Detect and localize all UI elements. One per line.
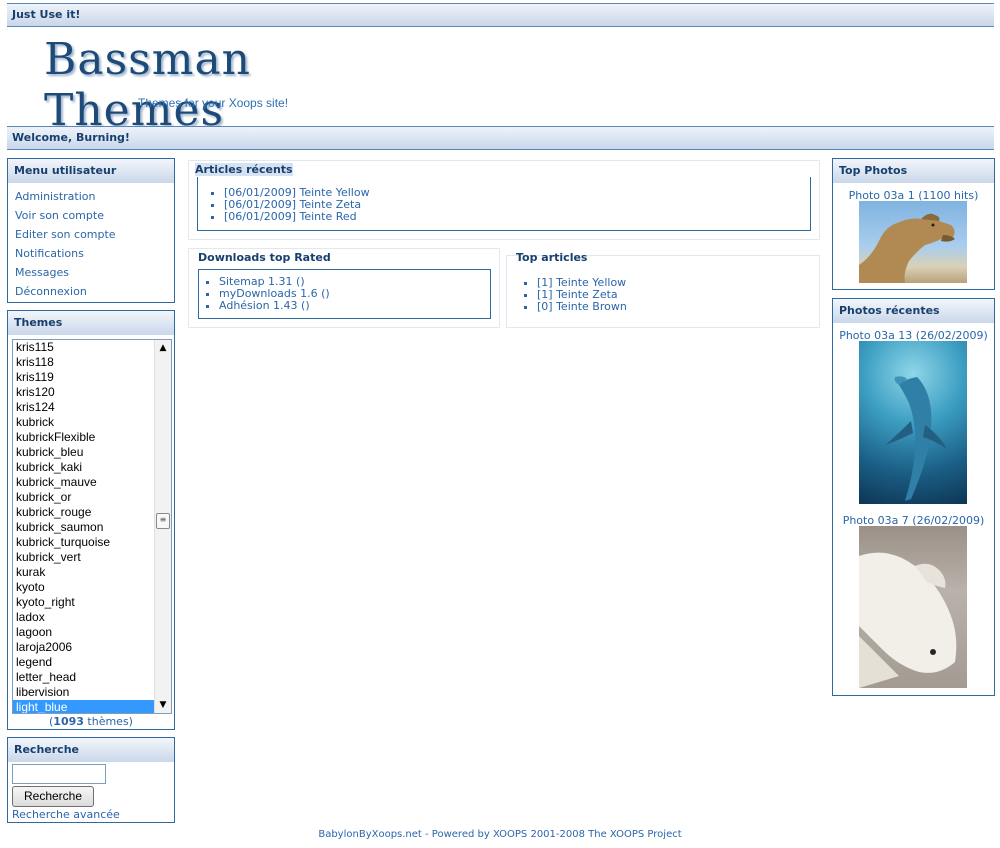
top-bar-label: Just Use it! (12, 8, 81, 21)
theme-option[interactable]: ladox (13, 610, 155, 625)
theme-option[interactable]: lagoon (13, 625, 155, 640)
theme-option[interactable]: kris118 (13, 355, 155, 370)
scroll-thumb[interactable]: ≡ (156, 513, 170, 529)
theme-option[interactable]: kubrick (13, 415, 155, 430)
welcome-bar: Welcome, Burning! (7, 126, 994, 150)
theme-option[interactable]: laroja2006 (13, 640, 155, 655)
theme-option[interactable]: kubrickFlexible (13, 430, 155, 445)
theme-option[interactable]: kris115 (13, 340, 155, 355)
menu-link[interactable]: Déconnexion (15, 285, 87, 298)
menu-item-edit-account[interactable]: Editer son compte (15, 225, 167, 244)
search-input[interactable] (12, 764, 106, 784)
scroll-up-arrow-icon[interactable]: ▲ (155, 340, 171, 356)
themes-select-list[interactable]: kris115 kris118 kris119 kris120 kris124 … (12, 339, 172, 714)
search-block: Recherche Recherche Recherche avancée (7, 737, 175, 823)
menu-item-view-account[interactable]: Voir son compte (15, 206, 167, 225)
downloads-title: Downloads top Rated (198, 251, 331, 264)
theme-option[interactable]: kubrick_mauve (13, 475, 155, 490)
menu-item-notifications[interactable]: Notifications (15, 244, 167, 263)
recent-article-item[interactable]: [06/01/2009] Teinte Red (224, 211, 810, 223)
menu-item-logout[interactable]: Déconnexion (15, 282, 167, 301)
recent-articles-inner: [06/01/2009] Teinte Yellow [06/01/2009] … (197, 177, 811, 231)
footer-text: BabylonByXoops.net - Powered by XOOPS 20… (318, 829, 682, 840)
advanced-search-link[interactable]: Recherche avancée (12, 808, 120, 821)
themes-block: Themes kris115 kris118 kris119 kris120 k… (7, 310, 175, 730)
downloads-list: Sitemap 1.31 () myDownloads 1.6 () Adhés… (199, 270, 490, 312)
recent-photos-block: Photos récentes Photo 03a 13 (26/02/2009… (832, 298, 995, 696)
theme-option[interactable]: letter_head (13, 670, 155, 685)
theme-option-selected[interactable]: light_blue (13, 700, 155, 713)
site-logo[interactable]: Bassman Themes Themes for your Xoops sit… (38, 34, 368, 136)
top-bar: Just Use it! (7, 3, 994, 27)
welcome-text: Welcome, Burning! (12, 131, 130, 144)
downloads-inner: Sitemap 1.31 () myDownloads 1.6 () Adhés… (198, 269, 491, 319)
logo-title: Bassman Themes (44, 34, 252, 136)
theme-option[interactable]: kris120 (13, 385, 155, 400)
download-item[interactable]: Adhésion 1.43 () (219, 300, 490, 312)
top-article-item[interactable]: [0] Teinte Brown (537, 301, 819, 313)
top-photos-title: Top Photos (833, 159, 994, 183)
user-menu-list: Administration Voir son compte Editer so… (8, 183, 174, 305)
themes-count-value: 1093 (53, 715, 84, 728)
theme-option[interactable]: libervision (13, 685, 155, 700)
user-menu-block: Menu utilisateur Administration Voir son… (7, 158, 175, 303)
menu-link[interactable]: Notifications (15, 247, 84, 260)
polar-bear-photo-image (859, 552, 957, 688)
recent-articles-title: Articles récents (195, 163, 293, 176)
theme-option[interactable]: kubrick_kaki (13, 460, 155, 475)
menu-link[interactable]: Voir son compte (15, 209, 104, 222)
theme-option[interactable]: kubrick_rouge (13, 505, 155, 520)
themes-count: (1093 thèmes) (49, 715, 133, 728)
themes-options: kris115 kris118 kris119 kris120 kris124 … (13, 340, 155, 713)
recent-photos-title: Photos récentes (833, 299, 994, 323)
menu-link[interactable]: Editer son compte (15, 228, 116, 241)
theme-option[interactable]: kubrick_turquoise (13, 535, 155, 550)
camel-photo[interactable] (859, 201, 967, 283)
logo-tagline: Themes for your Xoops site! (138, 96, 289, 110)
menu-item-messages[interactable]: Messages (15, 263, 167, 282)
menu-link[interactable]: Administration (15, 190, 96, 203)
theme-option[interactable]: kris124 (13, 400, 155, 415)
user-menu-title: Menu utilisateur (8, 159, 174, 183)
downloads-box: Downloads top Rated Sitemap 1.31 () myDo… (188, 248, 500, 328)
top-articles-list: [1] Teinte Yellow [1] Teinte Zeta [0] Te… (507, 256, 819, 313)
theme-option[interactable]: kyoto (13, 580, 155, 595)
top-articles-title: Top articles (516, 251, 588, 264)
theme-option[interactable]: kubrick_or (13, 490, 155, 505)
theme-option[interactable]: kurak (13, 565, 155, 580)
top-photos-block: Top Photos Photo 03a 1 (1100 hits) (832, 158, 995, 290)
themes-title: Themes (8, 311, 174, 335)
dolphin-photo-image (885, 376, 947, 501)
theme-option[interactable]: kubrick_saumon (13, 520, 155, 535)
theme-option[interactable]: kubrick_vert (13, 550, 155, 565)
theme-option[interactable]: legend (13, 655, 155, 670)
search-button[interactable]: Recherche (12, 786, 94, 807)
polar-bear-photo[interactable] (859, 526, 967, 688)
scroll-down-arrow-icon[interactable]: ▼ (155, 697, 171, 713)
recent-articles-list: [06/01/2009] Teinte Yellow [06/01/2009] … (198, 177, 810, 223)
menu-link[interactable]: Messages (15, 266, 69, 279)
theme-option[interactable]: kyoto_right (13, 595, 155, 610)
top-articles-box: Top articles [1] Teinte Yellow [1] Teint… (506, 251, 820, 328)
theme-option[interactable]: kris119 (13, 370, 155, 385)
menu-item-administration[interactable]: Administration (15, 187, 167, 206)
camel-photo-image (859, 213, 955, 283)
dolphin-photo[interactable] (859, 341, 967, 504)
recent-articles-box: Articles récents [06/01/2009] Teinte Yel… (188, 160, 820, 240)
theme-option[interactable]: kubrick_bleu (13, 445, 155, 460)
search-title: Recherche (8, 738, 174, 762)
themes-scrollbar[interactable]: ▲ ≡ ▼ (154, 340, 171, 713)
